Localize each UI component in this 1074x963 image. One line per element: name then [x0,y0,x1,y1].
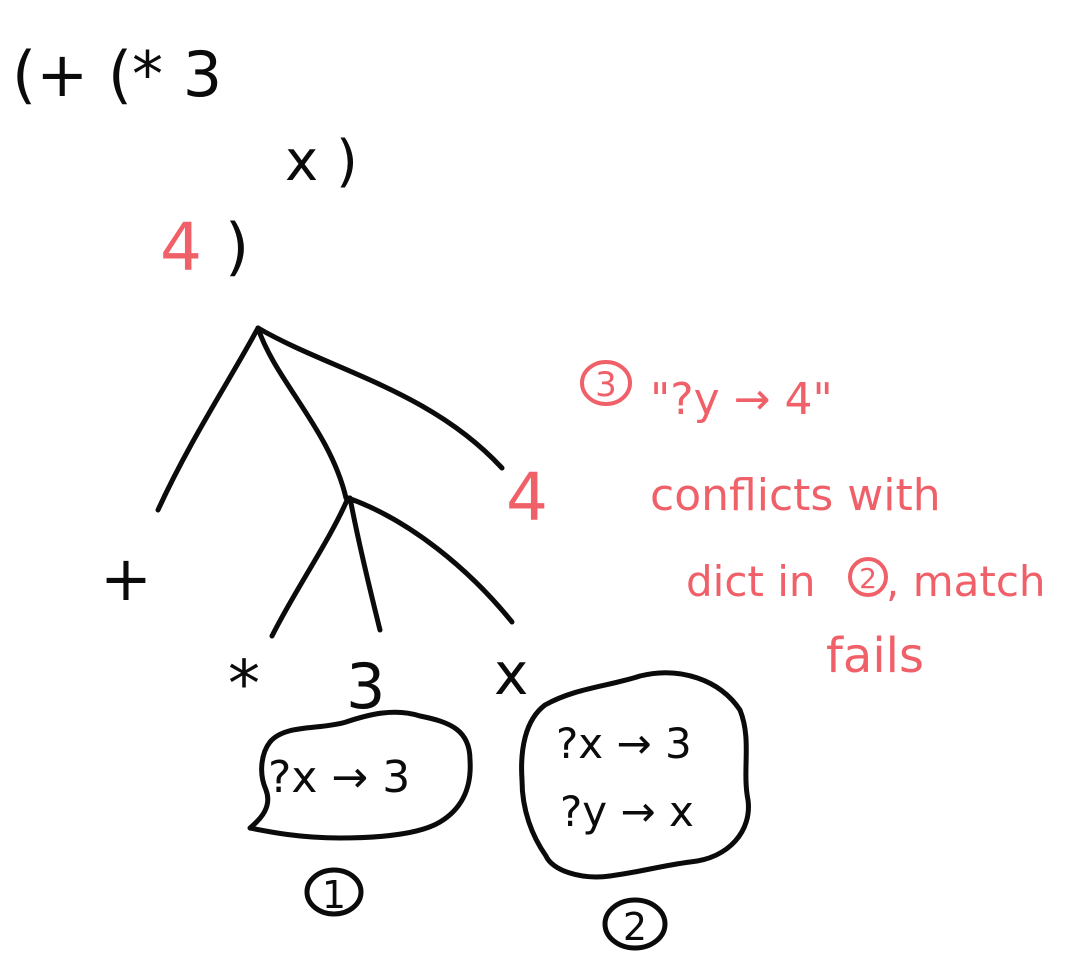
cloud-2-binding-x: ?x → 3 [556,719,692,768]
tree-edges [155,325,515,639]
cloud-1-marker-label: 1 [322,873,346,917]
note-line-4: fails [826,628,924,684]
edge-sub-times [269,495,351,639]
cloud-2-binding-y: ?y → x [560,787,694,836]
cloud-1: ?x → 3 1 [247,709,473,917]
edge-root-subtree [255,325,349,501]
diagram-canvas: (+ (* 3 x ) 4 ) + * 3 x 4 ?x → 3 1 ?x → … [12,38,1046,951]
edge-sub-three [347,495,383,633]
leaf-four: 4 [506,459,548,536]
cloud-2-outline [519,670,751,880]
expression-line-2: x ) [285,129,358,194]
expression-line-3-paren: ) [225,210,249,283]
leaf-plus: + [100,542,152,615]
cloud-2: ?x → 3 ?y → x 2 [519,670,751,951]
conflict-note: 3 "?y → 4" conflicts with dict in 2 , ma… [580,360,1046,684]
edge-root-plus [155,325,261,513]
leaf-times: * [228,648,260,722]
note-quote: "?y → 4" [650,374,833,425]
expression-line-3-number: 4 [160,209,202,286]
leaf-x: x [494,640,528,708]
note-line-3-b: , match [886,557,1046,606]
note-marker-label: 3 [595,365,617,405]
note-line-3-a: dict in [686,557,816,606]
note-line-3-marker-label: 2 [859,562,877,595]
s-expression: (+ (* 3 x ) 4 ) [12,38,358,286]
expression-line-1: (+ (* 3 [12,38,222,111]
cloud-1-binding: ?x → 3 [268,752,410,803]
note-line-2: conflicts with [650,470,941,521]
tree-leaves: + * 3 x 4 [100,459,548,723]
cloud-2-marker-label: 2 [623,905,647,949]
